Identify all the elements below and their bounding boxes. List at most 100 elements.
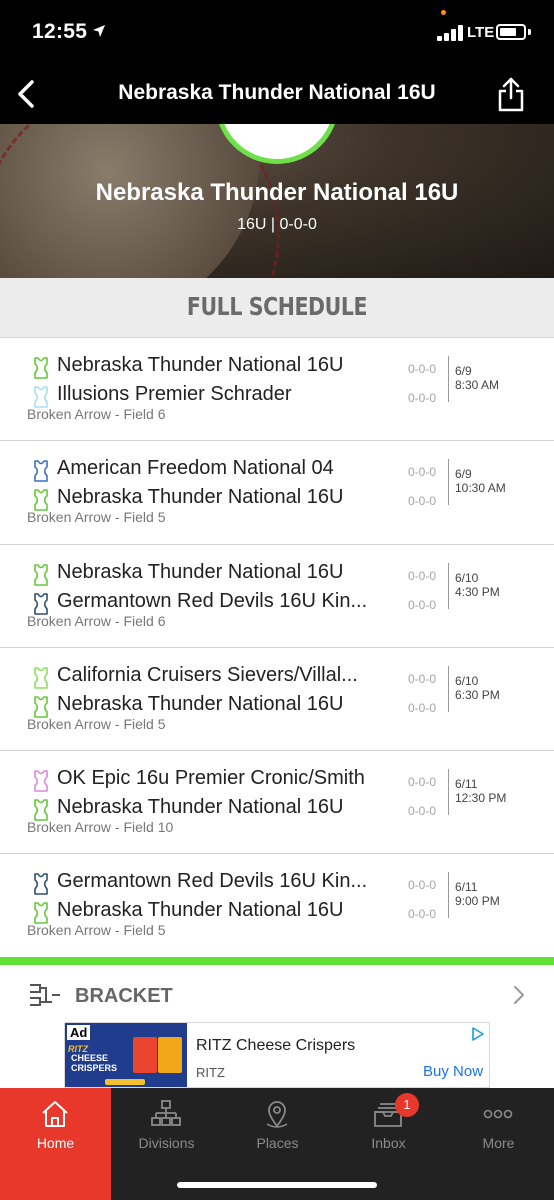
time-divider: [448, 769, 449, 816]
signal-icon: [437, 25, 463, 41]
game-date: 6/10: [455, 673, 479, 688]
schedule-heading: FULL SCHEDULE: [186, 292, 368, 321]
game-row[interactable]: OK Epic 16u Premier Cronic/Smith Nebraska…: [0, 751, 554, 855]
team-record: 0-0-0: [408, 362, 437, 376]
team-name: Germantown Red Devils 16U Kin...: [57, 589, 368, 612]
team-name: Germantown Red Devils 16U Kin...: [57, 870, 368, 893]
team-jersey-icon: [34, 357, 48, 379]
game-date: 6/10: [455, 570, 479, 585]
ad-sponsor: RITZ: [196, 1065, 225, 1080]
nav-bar: Nebraska Thunder National 16U: [0, 66, 554, 124]
share-icon[interactable]: [496, 76, 526, 112]
time-divider: [448, 562, 449, 609]
team-jersey-icon: [34, 873, 48, 896]
game-date: 6/11: [455, 777, 478, 792]
time-divider: [448, 665, 449, 712]
team-record: 0-0-0: [408, 804, 437, 819]
tab-label: Home: [36, 1135, 75, 1151]
team-row: California Cruisers Sievers/Villal...: [31, 664, 411, 690]
game-date: 6/9: [455, 364, 472, 378]
bracket-icon: [30, 984, 60, 1006]
ad-image-product: CHEESE CRISPERS: [71, 1053, 118, 1073]
privacy-indicator-dot: [441, 10, 446, 15]
team-jersey-icon: [34, 386, 48, 408]
team-jersey-icon: [34, 489, 48, 512]
game-time: 9:00 PM: [455, 894, 500, 909]
bracket-label: BRACKET: [75, 985, 173, 1007]
game-row[interactable]: California Cruisers Sievers/Villal... Neb…: [0, 647, 554, 752]
tab-label: Divisions: [138, 1135, 195, 1151]
status-bar: 12:55 LTE: [0, 0, 554, 66]
game-location: Broken Arrow - Field 6: [27, 406, 166, 422]
team-record: 0-0-0: [408, 597, 437, 612]
team-record: 0-0-0: [408, 568, 437, 583]
game-row[interactable]: Nebraska Thunder National 16U Illusions P…: [0, 338, 554, 442]
team-record: 0-0-0: [408, 775, 437, 790]
accent-divider: [0, 957, 554, 965]
game-row[interactable]: Germantown Red Devils 16U Kin... Nebraska…: [0, 854, 554, 958]
team-row: Nebraska Thunder National 16U: [31, 561, 411, 587]
map-pin-icon: [266, 1101, 288, 1128]
ad-product-box: [133, 1037, 157, 1073]
game-time: 10:30 AM: [455, 481, 506, 496]
team-name: Nebraska Thunder National 16U: [57, 692, 344, 715]
home-indicator: [177, 1182, 377, 1188]
inbox-badge: 1: [395, 1093, 419, 1117]
team-name: OK Epic 16u Premier Cronic/Smith: [57, 767, 365, 790]
game-location: Broken Arrow - Field 6: [27, 612, 166, 629]
ad-banner[interactable]: Ad RITZ CHEESE CRISPERS RITZ Cheese Cris…: [64, 1022, 490, 1088]
team-row: Germantown Red Devils 16U Kin...: [31, 870, 411, 896]
ad-choices-icon[interactable]: [471, 1027, 485, 1041]
battery-nub: [528, 29, 531, 35]
team-record: 0-0-0: [408, 878, 437, 893]
team-jersey-icon: [34, 592, 48, 615]
team-name: Nebraska Thunder National 16U: [57, 796, 344, 819]
ad-product-strip: [105, 1079, 145, 1085]
tab-label: More: [482, 1135, 515, 1151]
game-location: Broken Arrow - Field 5: [27, 715, 166, 732]
game-location: Broken Arrow - Field 5: [27, 509, 166, 526]
tab-label: Places: [256, 1135, 299, 1151]
team-jersey-icon: [34, 563, 48, 586]
team-name: American Freedom National 04: [57, 457, 334, 480]
chevron-right-icon: [514, 986, 524, 1004]
game-location: Broken Arrow - Field 10: [27, 819, 174, 836]
team-subtitle: 16U | 0-0-0: [237, 216, 317, 233]
team-jersey-icon: [34, 667, 48, 689]
game-location: Broken Arrow - Field 5: [27, 922, 166, 939]
team-jersey-icon: [34, 696, 48, 718]
team-name: Nebraska Thunder National 16U: [57, 354, 344, 376]
ad-tag: Ad: [67, 1025, 91, 1040]
home-icon: [42, 1101, 68, 1127]
status-time: 12:55: [32, 20, 88, 43]
ad-buy-now-button[interactable]: Buy Now: [423, 1063, 483, 1080]
network-type: LTE: [467, 24, 495, 41]
time-divider: [448, 872, 449, 919]
chevron-left-icon[interactable]: [12, 78, 42, 110]
game-row[interactable]: American Freedom National 04 Nebraska Thu…: [0, 441, 554, 545]
more-icon: [483, 1109, 513, 1119]
ad-product-box: [158, 1037, 182, 1073]
team-record: 0-0-0: [408, 907, 437, 922]
tab-home[interactable]: Home: [0, 1088, 111, 1200]
game-time: 4:30 PM: [455, 584, 500, 599]
ad-title[interactable]: RITZ Cheese Crispers: [196, 1037, 355, 1055]
game-time: 12:30 PM: [455, 791, 507, 806]
tab-label: Inbox: [371, 1135, 406, 1151]
team-jersey-icon: [34, 902, 48, 925]
team-jersey-icon: [34, 799, 48, 821]
team-row: OK Epic 16u Premier Cronic/Smith: [31, 767, 411, 793]
game-date: 6/9: [455, 467, 472, 482]
battery-icon: [496, 24, 526, 40]
team-record: 0-0-0: [408, 465, 437, 480]
nav-title: Nebraska Thunder National 16U: [118, 81, 436, 104]
ad-image[interactable]: Ad RITZ CHEESE CRISPERS: [65, 1023, 187, 1087]
game-time: 8:30 AM: [455, 378, 500, 392]
team-row: Nebraska Thunder National 16U: [31, 354, 411, 380]
team-record: 0-0-0: [408, 671, 437, 686]
tab-more[interactable]: More: [443, 1088, 554, 1200]
bracket-row[interactable]: BRACKET: [0, 965, 554, 1023]
games-list: Nebraska Thunder National 16U Illusions P…: [0, 338, 554, 958]
team-hero: Nebraska Thunder National 16U 16U | 0-0-…: [0, 124, 554, 278]
game-row[interactable]: Nebraska Thunder National 16U Germantown …: [0, 544, 554, 648]
